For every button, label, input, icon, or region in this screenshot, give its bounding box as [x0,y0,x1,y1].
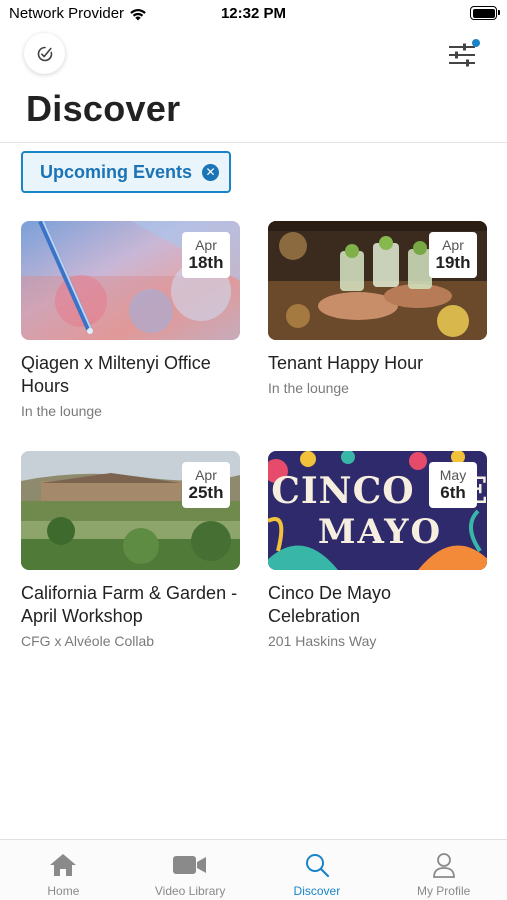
date-month: Apr [195,467,217,483]
date-month: Apr [442,237,464,253]
check-badge-icon [37,46,52,61]
event-location: In the lounge [21,403,102,419]
event-image: Apr 18th [21,221,240,340]
tab-label: Home [47,884,80,898]
tab-home[interactable]: Home [0,840,127,900]
event-location: In the lounge [268,380,349,396]
event-location: CFG x Alvéole Collab [21,633,155,649]
event-title: Qiagen x Miltenyi Office Hours [21,353,211,396]
battery-icon [470,6,500,20]
event-card-happy-hour[interactable]: Apr 19th Tenant Happy Hour In the lounge [268,221,487,396]
date-badge: Apr 25th [182,462,230,508]
tab-label: Discover [293,884,341,898]
date-month: Apr [195,237,217,253]
event-title: Cinco De Mayo Celebration [268,583,392,626]
bottom-tab-bar: Home Video Library Discover My Profile [0,839,507,900]
filter-active-dot [472,39,480,47]
event-image: Apr 19th [268,221,487,340]
date-day: 19th [435,253,471,272]
profile-icon [432,853,455,878]
tab-label: My Profile [416,884,471,898]
battery-fill [472,8,495,18]
event-image: Apr 25th [21,451,240,570]
home-icon [50,854,77,876]
search-icon [305,854,329,878]
chip-label: Upcoming Events [40,161,193,182]
video-camera-icon [173,856,207,874]
filter-button[interactable] [445,38,483,70]
date-badge: Apr 18th [182,232,230,278]
check-badge-button[interactable] [24,33,65,74]
event-title: Tenant Happy Hour [268,353,424,373]
status-bar: Network Provider 12:32 PM [0,0,507,28]
cinco-banner-line2: MAYO [318,512,442,552]
date-month: May [439,467,467,483]
event-card-farm-garden[interactable]: Apr 25th California Farm & Garden - Apri… [21,451,240,649]
tab-discover[interactable]: Discover [254,840,381,900]
header-divider [0,142,507,143]
tab-video-library[interactable]: Video Library [127,840,254,900]
date-day: 6th [440,483,466,502]
tab-my-profile[interactable]: My Profile [380,840,507,900]
page-title: Discover [26,88,181,129]
event-card-qiagen[interactable]: Apr 18th Qiagen x Miltenyi Office Hours … [21,221,240,419]
tab-label: Video Library [154,884,226,898]
close-icon[interactable]: ✕ [202,163,220,181]
date-badge: Apr 19th [429,232,477,278]
upcoming-events-chip[interactable]: Upcoming Events ✕ [21,151,231,193]
date-day: 18th [188,253,224,272]
status-time: 12:32 PM [220,5,287,22]
event-card-cinco-de-mayo[interactable]: CINCO DE MAYO May 6th Cinco De Mayo Cele… [268,451,487,649]
date-day: 25th [188,483,224,502]
filter-sliders-icon [449,39,480,67]
event-location: 201 Haskins Way [268,633,377,649]
event-image: CINCO DE MAYO May 6th [268,451,487,570]
date-badge: May 6th [429,462,477,508]
event-title: California Farm & Garden - April Worksho… [21,583,238,626]
